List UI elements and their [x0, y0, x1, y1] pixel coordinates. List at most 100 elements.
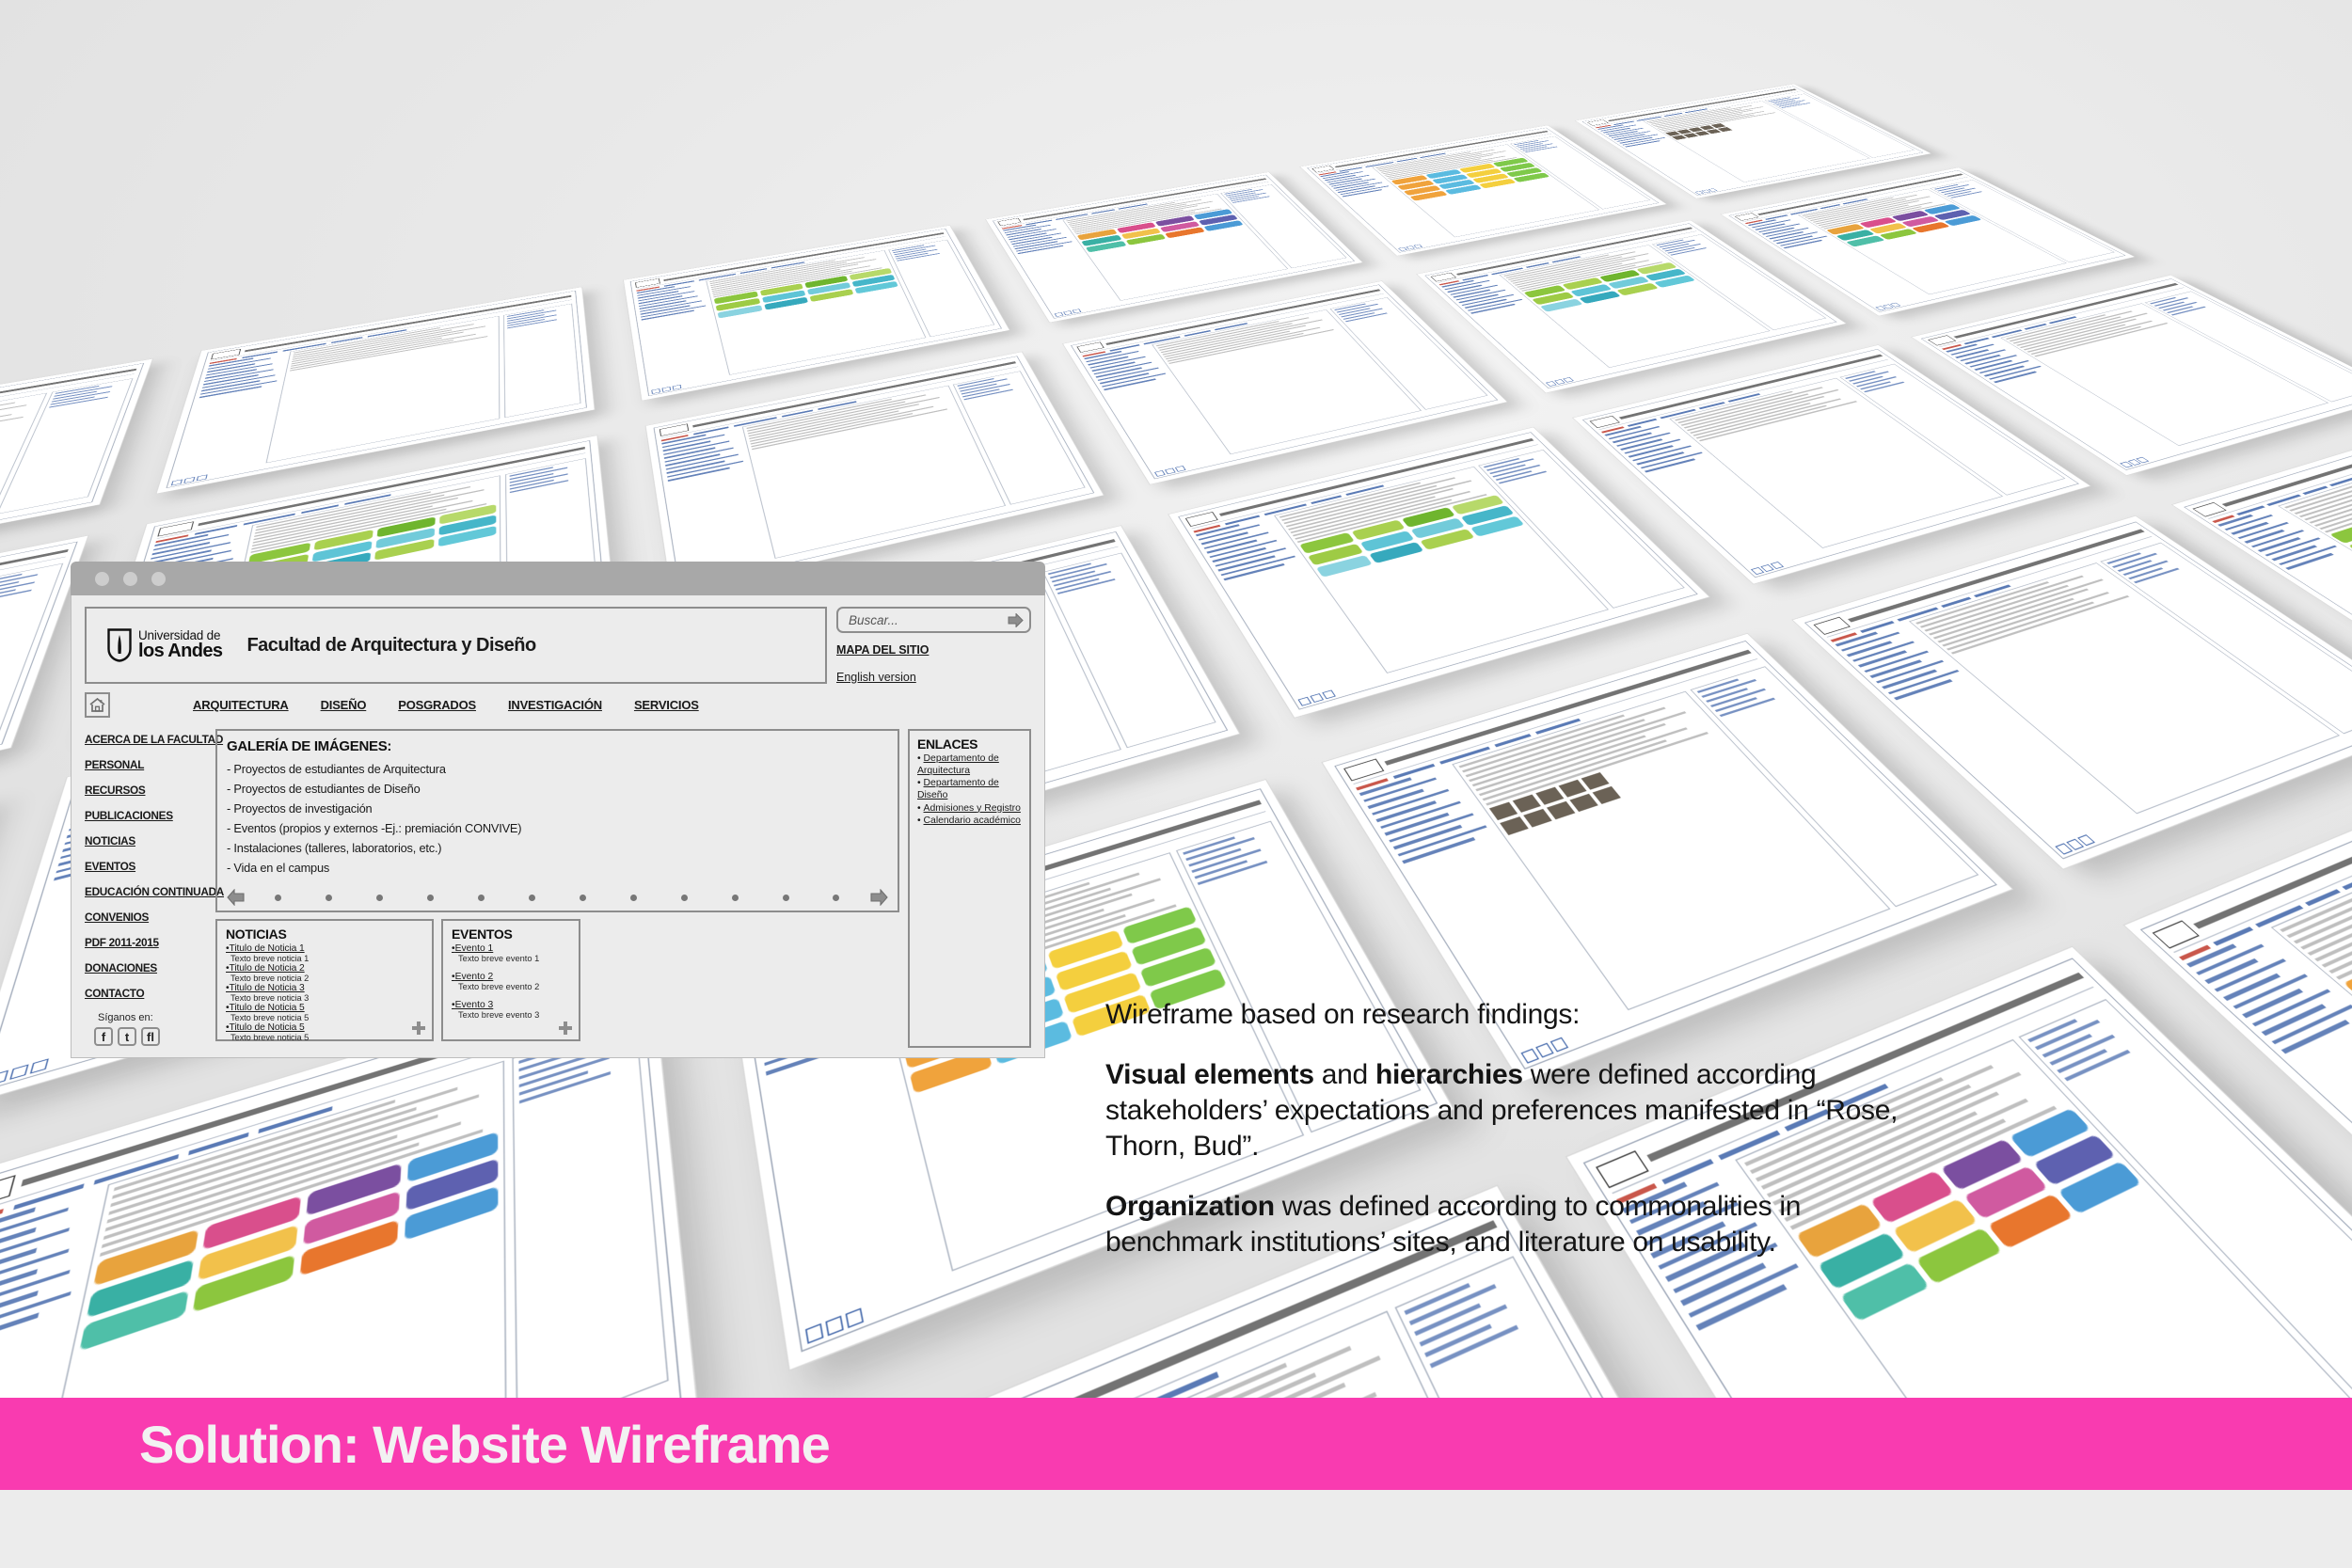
noticia-item[interactable]: Titulo de Noticia 2 Texto breve noticia …	[226, 963, 423, 983]
noticia-title[interactable]: Titulo de Noticia 2	[226, 963, 423, 974]
news-events-row: NOTICIAS Titulo de Noticia 1 Texto breve…	[215, 919, 899, 1042]
twitter-icon[interactable]: t	[118, 1027, 136, 1046]
sidebar-item-educacion-continuada[interactable]: EDUCACIÓN CONTINUADA	[85, 885, 224, 898]
noticia-item[interactable]: Titulo de Noticia 3 Texto breve noticia …	[226, 983, 423, 1003]
gallery-list-item: - Proyectos de investigación	[227, 801, 373, 816]
copy-and: and	[1313, 1059, 1375, 1091]
gallery-list-item: - Eventos (propios y externos -Ej.: prem…	[227, 821, 522, 835]
brand-box: Universidad de los Andes Facultad de Arq…	[85, 607, 827, 684]
carousel-dot[interactable]	[478, 894, 485, 901]
noticia-item[interactable]: Titulo de Noticia 5 Texto breve noticia …	[226, 1003, 423, 1022]
nav-item-arquitectura[interactable]: ARQUITECTURA	[193, 698, 289, 712]
evento-title[interactable]: Evento 2	[452, 972, 570, 982]
noticias-heading: NOTICIAS	[226, 927, 287, 942]
sidebar-item-publicaciones[interactable]: PUBLICACIONES	[85, 809, 207, 822]
enlace-link[interactable]: Calendario académico	[924, 816, 1021, 826]
university-line2: los Andes	[138, 641, 223, 662]
header-utility-column: Buscar... MAPA DEL SITIO English version	[836, 607, 1031, 684]
enlace-link[interactable]: Departamento de Diseño	[917, 778, 999, 800]
social-buttons: f t fl	[85, 1027, 207, 1046]
gallery-heading: GALERÍA DE IMÁGENES:	[227, 738, 392, 754]
enlace-item[interactable]: • Calendario académico	[917, 816, 1022, 828]
carousel-dot[interactable]	[579, 894, 586, 901]
gallery-list-item: - Instalaciones (talleres, laboratorios,…	[227, 841, 442, 855]
noticia-title[interactable]: Titulo de Noticia 5	[226, 1003, 423, 1013]
carousel-dot[interactable]	[731, 894, 739, 901]
english-version-link[interactable]: English version	[836, 671, 1031, 684]
noticia-title[interactable]: Titulo de Noticia 3	[226, 983, 423, 993]
noticias-panel: NOTICIAS Titulo de Noticia 1 Texto breve…	[215, 919, 434, 1042]
copy-paragraph-visual-elements: Visual elements and hierarchies were def…	[1105, 1057, 1915, 1164]
noticia-summary: Texto breve noticia 5	[230, 1033, 310, 1042]
home-icon[interactable]	[85, 691, 110, 718]
enlace-item[interactable]: • Departamento de Arquitectura	[917, 753, 1022, 777]
noticias-more-plus-icon[interactable]	[412, 1022, 425, 1035]
enlace-link[interactable]: Departamento de Arquitectura	[917, 753, 999, 776]
enlace-item[interactable]: • Departamento de Diseño	[917, 778, 1022, 801]
noticia-item[interactable]: Titulo de Noticia 1 Texto breve noticia …	[226, 943, 423, 963]
eventos-more-plus-icon[interactable]	[559, 1022, 572, 1035]
copy-bold-organization: Organization	[1105, 1191, 1275, 1223]
sitemap-link[interactable]: MAPA DEL SITIO	[836, 643, 1031, 657]
gallery-list: - Proyectos de estudiantes de Arquitectu…	[227, 762, 888, 880]
banner-title: Solution: Website Wireframe	[139, 1414, 831, 1474]
carousel-dot[interactable]	[629, 894, 637, 901]
evento-item[interactable]: Evento 1 Texto breve evento 1	[452, 943, 570, 963]
carousel-prev-arrow-icon[interactable]	[227, 889, 245, 906]
copy-intro: Wireframe based on research findings:	[1105, 999, 1581, 1030]
evento-item[interactable]: Evento 3 Texto breve evento 3	[452, 1000, 570, 1020]
sidebar-item-donaciones[interactable]: DONACIONES	[85, 961, 207, 974]
evento-item[interactable]: Evento 2 Texto breve evento 2	[452, 972, 570, 991]
sidebar-navigation: ACERCA DE LA FACULTAD PERSONAL RECURSOS …	[85, 729, 224, 1048]
social-follow-block: Síganos en: f t fl	[85, 1012, 207, 1048]
carousel-dot[interactable]	[376, 894, 384, 901]
noticia-title[interactable]: Titulo de Noticia 5	[226, 1022, 423, 1033]
copy-bold-hierarchies: hierarchies	[1375, 1059, 1523, 1091]
carousel-dot[interactable]	[528, 894, 535, 901]
flickr-icon[interactable]: fl	[141, 1027, 160, 1046]
sidebar-item-convenios[interactable]: CONVENIOS	[85, 911, 207, 924]
window-maximize-dot[interactable]	[151, 571, 166, 586]
sidebar-item-pdf-2011-2015[interactable]: PDF 2011-2015	[85, 936, 207, 949]
enlaces-heading: ENLACES	[917, 736, 978, 752]
faculty-title: Facultad de Arquitectura y Diseño	[246, 634, 536, 656]
eventos-panel: EVENTOS Evento 1 Texto breve evento 1 Ev…	[441, 919, 580, 1041]
sidebar-item-personal[interactable]: PERSONAL	[85, 758, 207, 771]
carousel-dot[interactable]	[782, 894, 789, 901]
sidebar-item-acerca-de-la-facultad[interactable]: ACERCA DE LA FACULTAD	[85, 733, 223, 746]
nav-item-servicios[interactable]: SERVICIOS	[634, 698, 699, 712]
carousel-dot[interactable]	[275, 894, 282, 901]
shield-quill-logo-icon	[107, 628, 132, 662]
nav-item-investigacion[interactable]: INVESTIGACIÓN	[508, 698, 602, 712]
noticia-title[interactable]: Titulo de Noticia 1	[226, 943, 423, 954]
facebook-icon[interactable]: f	[94, 1027, 113, 1046]
copy-bold-visual-elements: Visual elements	[1105, 1059, 1314, 1091]
enlace-link[interactable]: Admisiones y Registro	[924, 803, 1021, 814]
window-close-dot[interactable]	[95, 571, 109, 586]
university-logo: Universidad de los Andes	[107, 628, 223, 662]
carousel-dot[interactable]	[427, 894, 435, 901]
sidebar-item-contacto[interactable]: CONTACTO	[85, 987, 207, 1000]
gallery-list-item: - Proyectos de estudiantes de Arquitectu…	[227, 762, 446, 776]
carousel-next-arrow-icon[interactable]	[870, 889, 888, 906]
sidebar-item-recursos[interactable]: RECURSOS	[85, 784, 207, 797]
home-glyph-icon	[89, 697, 105, 712]
nav-item-posgrados[interactable]: POSGRADOS	[398, 698, 476, 712]
gallery-list-item: - Vida en el campus	[227, 861, 330, 875]
carousel-dot[interactable]	[833, 894, 840, 901]
window-minimize-dot[interactable]	[123, 571, 137, 586]
search-submit-arrow-icon[interactable]	[1008, 612, 1024, 627]
noticia-item[interactable]: Titulo de Noticia 5 Texto breve noticia …	[226, 1022, 423, 1042]
nav-links: ARQUITECTURA DISEÑO POSGRADOS INVESTIGAC…	[193, 698, 699, 712]
footer-strip	[0, 1490, 2352, 1568]
window-content: Universidad de los Andes Facultad de Arq…	[71, 595, 1045, 1058]
evento-title[interactable]: Evento 1	[452, 943, 570, 954]
enlace-item[interactable]: • Admisiones y Registro	[917, 803, 1022, 816]
carousel-dot[interactable]	[326, 894, 333, 901]
carousel-dot[interactable]	[680, 894, 688, 901]
sidebar-item-eventos[interactable]: EVENTOS	[85, 860, 207, 873]
sidebar-item-noticias[interactable]: NOTICIAS	[85, 834, 207, 847]
search-input[interactable]: Buscar...	[836, 607, 1031, 633]
evento-title[interactable]: Evento 3	[452, 1000, 570, 1010]
nav-item-diseno[interactable]: DISEÑO	[321, 698, 367, 712]
